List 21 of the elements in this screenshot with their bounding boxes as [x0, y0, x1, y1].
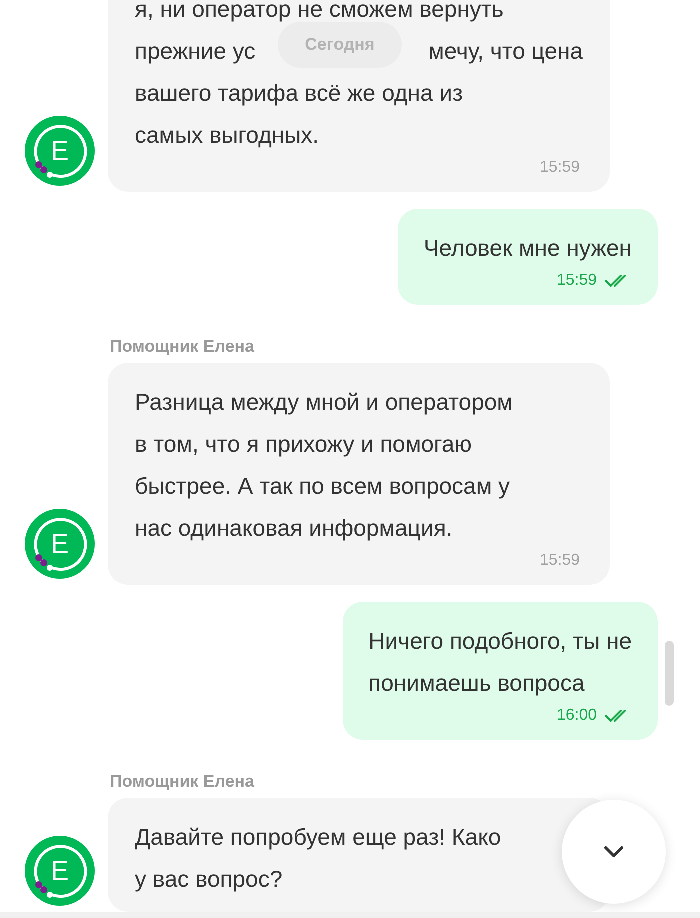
message-time: 15:59 — [556, 271, 597, 291]
sender-name: Помощник Елена — [110, 336, 256, 358]
message-text: мечу, что цена — [428, 37, 583, 66]
message-time: 16:00 — [556, 706, 597, 726]
avatar: E — [25, 116, 95, 186]
message-text: прежние ус — [135, 37, 256, 66]
message-text: я, ни оператор не сможем вернуть — [135, 0, 504, 24]
scrollbar-thumb[interactable] — [665, 641, 674, 706]
message-text: Ничего подобного, ты не понимаешь вопроса — [368, 627, 632, 698]
date-chip: Сегодня — [278, 22, 402, 68]
message-text: самых выгодных. — [135, 121, 319, 150]
sender-name: Помощник Елена — [110, 771, 256, 793]
message-time: 15:59 — [540, 551, 580, 571]
avatar: E — [25, 836, 95, 906]
message-time: 15:59 — [540, 158, 580, 178]
message-text: вашего тарифа всё же одна из — [135, 79, 464, 108]
chevron-down-icon — [604, 846, 624, 858]
message-text: Человек мне нужен — [424, 234, 632, 263]
message-text: Давайте попробуем еще раз! Како у вас вопрос? — [135, 823, 502, 894]
avatar: E — [25, 509, 95, 579]
message-text: Разница между мной и оператором в том, что я прихожу и помогаю быстрее. А так по всем вопросам у нас одинаковая информация. — [135, 388, 514, 543]
